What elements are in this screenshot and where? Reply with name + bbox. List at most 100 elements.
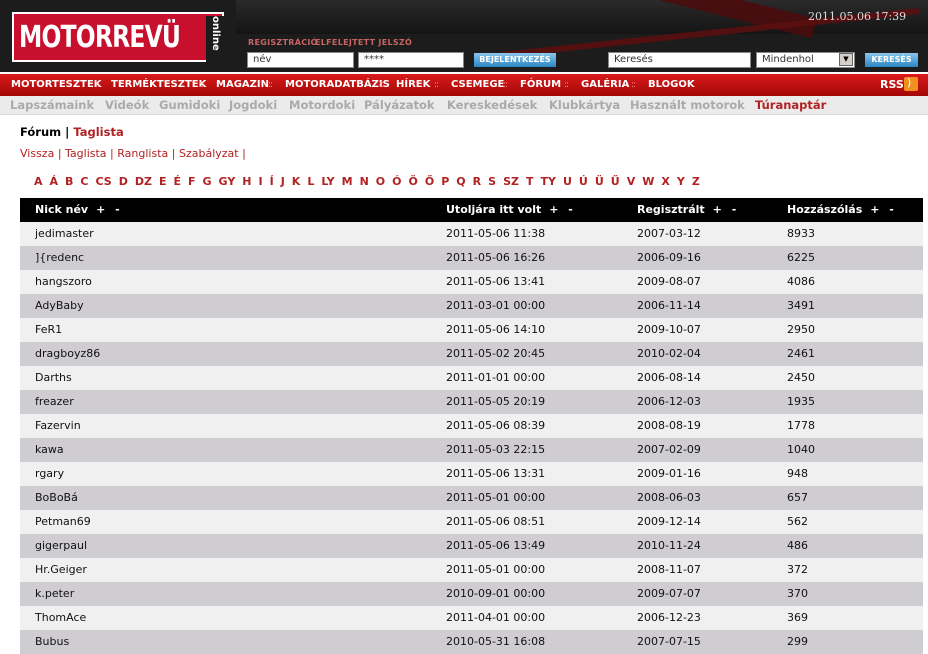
nav-item-termektesztek[interactable]: TERMÉKTESZTEK [111, 74, 206, 96]
subnav-item-hasznalt-motorok[interactable]: Használt motorok [630, 96, 745, 114]
letter-filter-item[interactable]: I [259, 175, 263, 188]
letter-filter-item[interactable]: C [80, 175, 88, 188]
cell-nick[interactable]: BoBoBá [35, 486, 78, 510]
letter-filter-item[interactable]: F [188, 175, 196, 188]
link-szabalyzat[interactable]: Szabályzat [179, 147, 239, 160]
site-logo[interactable]: MOTORREVÜ online [12, 12, 224, 62]
letter-filter-item[interactable]: E [159, 175, 167, 188]
subnav-item-gumidoki[interactable]: Gumidoki [159, 96, 220, 114]
nav-item-magazin[interactable]: MAGAZIN [216, 74, 269, 96]
letter-filter-item[interactable]: V [627, 175, 636, 188]
col-nick[interactable]: Nick név + - [35, 198, 123, 222]
letter-filter-item[interactable]: Ü [595, 175, 604, 188]
cell-nick[interactable]: jedimaster [35, 222, 94, 246]
subnav-item-palyazatok[interactable]: Pályázatok [364, 96, 435, 114]
cell-nick[interactable]: ]{redenc [35, 246, 84, 270]
password-field[interactable]: **** [358, 52, 464, 68]
search-input[interactable]: Keresés [608, 52, 751, 68]
link-taglista[interactable]: Taglista [65, 147, 107, 160]
link-vissza[interactable]: Vissza [20, 147, 54, 160]
letter-filter-item[interactable]: J [281, 175, 285, 188]
cell-nick[interactable]: Bubus [35, 630, 69, 654]
forgot-password-link[interactable]: ELFELEJTETT JELSZÓ [315, 38, 412, 47]
link-ranglista[interactable]: Ranglista [117, 147, 168, 160]
register-link[interactable]: REGISZTRÁCIÓ [248, 38, 318, 47]
letter-filter-item[interactable]: D [119, 175, 128, 188]
letter-filter-item[interactable]: M [342, 175, 353, 188]
letter-filter-item[interactable]: Ó [392, 175, 401, 188]
cell-nick[interactable]: Darths [35, 366, 72, 390]
letter-filter-item[interactable]: P [441, 175, 449, 188]
sort-controls[interactable]: + - [713, 203, 740, 216]
cell-nick[interactable]: freazer [35, 390, 74, 414]
sort-controls[interactable]: + - [549, 203, 576, 216]
cell-nick[interactable]: hangszoro [35, 270, 92, 294]
letter-filter-item[interactable]: T [526, 175, 534, 188]
letter-filter-item[interactable]: W [642, 175, 654, 188]
nav-item-forum[interactable]: FÓRUM [520, 74, 561, 96]
subnav-item-lapszamaink[interactable]: Lapszámaink [10, 96, 94, 114]
letter-filter-item[interactable]: GY [219, 175, 236, 188]
letter-filter-item[interactable]: Á [50, 175, 59, 188]
letter-filter-item[interactable]: Ö [409, 175, 418, 188]
letter-filter-item[interactable]: N [360, 175, 369, 188]
letter-filter-item[interactable]: CS [96, 175, 112, 188]
col-registered[interactable]: Regisztrált + - [637, 198, 739, 222]
nav-item-blogok[interactable]: BLOGOK [648, 74, 695, 96]
subnav-item-turanaptar[interactable]: Túranaptár [755, 96, 826, 114]
letter-filter-item[interactable]: Ú [579, 175, 588, 188]
nav-item-csemege[interactable]: CSEMEGE [451, 74, 504, 96]
breadcrumb-forum[interactable]: Fórum [20, 125, 61, 139]
letter-filter-item[interactable]: K [292, 175, 301, 188]
cell-nick[interactable]: Hr.Geiger [35, 558, 87, 582]
cell-nick[interactable]: k.peter [35, 582, 74, 606]
letter-filter-item[interactable]: B [65, 175, 73, 188]
letter-filter-item[interactable]: DZ [135, 175, 152, 188]
letter-filter-item[interactable]: TY [540, 175, 555, 188]
cell-nick[interactable]: Petman69 [35, 510, 91, 534]
cell-nick[interactable]: Fazervin [35, 414, 81, 438]
letter-filter-item[interactable]: G [203, 175, 212, 188]
cell-nick[interactable]: dragboyz86 [35, 342, 100, 366]
letter-filter-item[interactable]: O [376, 175, 385, 188]
letter-filter-item[interactable]: Í [270, 175, 274, 188]
login-button[interactable]: BEJELENTKEZÉS [474, 53, 556, 67]
chevron-down-icon[interactable]: ▼ [839, 53, 853, 66]
subnav-item-videok[interactable]: Videók [105, 96, 149, 114]
cell-nick[interactable]: AdyBaby [35, 294, 84, 318]
sort-controls[interactable]: + - [870, 203, 897, 216]
cell-nick[interactable]: FeR1 [35, 318, 62, 342]
letter-filter-item[interactable]: L [307, 175, 314, 188]
letter-filter-item[interactable]: Q [456, 175, 465, 188]
col-last-seen[interactable]: Utoljára itt volt + - [446, 198, 576, 222]
letter-filter-item[interactable]: S [488, 175, 496, 188]
username-field[interactable]: név [247, 52, 354, 68]
letter-filter-item[interactable]: Z [692, 175, 700, 188]
letter-filter-item[interactable]: SZ [503, 175, 519, 188]
rss-link[interactable]: RSS [880, 78, 904, 91]
letter-filter-item[interactable]: R [473, 175, 481, 188]
rss-icon[interactable]: ) [904, 76, 918, 91]
letter-filter-item[interactable]: É [173, 175, 181, 188]
nav-item-motortesztek[interactable]: MOTORTESZTEK [11, 74, 102, 96]
cell-nick[interactable]: kawa [35, 438, 64, 462]
nav-item-motoradatbazis[interactable]: MOTORADATBÁZIS [285, 74, 390, 96]
letter-filter-item[interactable]: LY [321, 175, 334, 188]
cell-nick[interactable]: gigerpaul [35, 534, 87, 558]
letter-filter-item[interactable]: H [242, 175, 251, 188]
col-posts[interactable]: Hozzászólás + - [787, 198, 897, 222]
nav-item-galeria[interactable]: GALÉRIA [581, 74, 629, 96]
cell-nick[interactable]: rgary [35, 462, 64, 486]
search-button[interactable]: KERESÉS [865, 53, 918, 67]
subnav-item-kereskedesek[interactable]: Kereskedések [447, 96, 537, 114]
sort-controls[interactable]: + - [96, 203, 123, 216]
letter-filter-item[interactable]: U [563, 175, 572, 188]
letter-filter-item[interactable]: X [661, 175, 669, 188]
subnav-item-motordoki[interactable]: Motordoki [289, 96, 355, 114]
letter-filter-item[interactable]: Ő [425, 175, 434, 188]
letter-filter-item[interactable]: A [34, 175, 43, 188]
letter-filter-item[interactable]: Y [677, 175, 685, 188]
letter-filter-item[interactable]: Ű [611, 175, 620, 188]
subnav-item-jogdoki[interactable]: Jogdoki [229, 96, 277, 114]
nav-item-hirek[interactable]: HÍREK [396, 74, 430, 96]
